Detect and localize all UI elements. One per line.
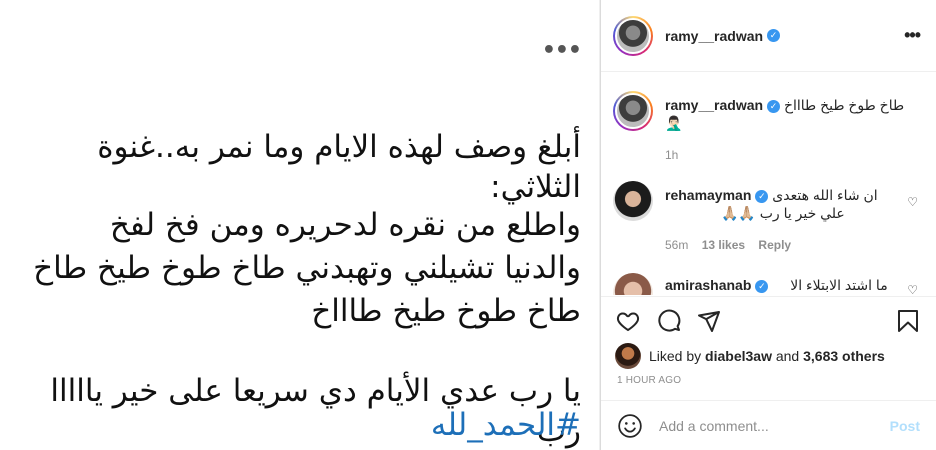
paper-plane-icon[interactable] — [697, 309, 721, 333]
verified-badge-icon: ✓ — [767, 100, 781, 113]
heart-icon[interactable]: ♡ — [907, 283, 918, 295]
comment-text: ان شاء الله هتعدى — [772, 187, 878, 203]
post-header: ramy__radwan ✓ ••• — [601, 0, 936, 72]
reply-button[interactable]: Reply — [758, 238, 791, 252]
more-horizontal-icon: ••• — [541, 38, 582, 63]
media-text-line-1: أبلغ وصف لهذه الايام وما نمر به..غنوة ال… — [97, 129, 581, 205]
verified-badge-icon: ✓ — [755, 280, 769, 293]
comments-list: ramy__radwan ✓ طاخ طوخ طيخ طاااخ 🤦🏻‍♂️ 1h… — [601, 73, 936, 295]
bookmark-icon[interactable] — [897, 309, 919, 333]
comment-username[interactable]: rehamayman — [665, 187, 751, 203]
media-text-line-2: واطلع من نقره لدحريره ومن فخ لفخ — [109, 207, 581, 243]
likes-prefix: Liked by — [649, 348, 706, 364]
caption-age[interactable]: 1h — [665, 148, 678, 162]
avatar[interactable] — [613, 15, 653, 56]
caption-username[interactable]: ramy__radwan — [665, 97, 763, 113]
post-image: ••• أبلغ وصف لهذه الايام وما نمر به..غنو… — [0, 0, 600, 450]
caption-text: طاخ طوخ طيخ طاااخ — [783, 97, 905, 113]
avatar[interactable] — [613, 181, 653, 221]
list-item: amirashanab ✓ ما اشتد الابتلاء الا ♡ — [613, 273, 922, 295]
media-hashtag: #الحمد_لله — [430, 407, 581, 443]
avatar[interactable] — [615, 343, 641, 369]
verified-badge-icon: ✓ — [755, 190, 769, 203]
comment-age[interactable]: 56m — [665, 238, 688, 252]
likes-middle: and — [771, 348, 804, 364]
likes-others[interactable]: 3,683 others — [803, 348, 885, 364]
likes-summary: Liked by diabel3aw and 3,683 others — [615, 343, 885, 369]
comment-text-2: علي خير يا رب 🙏🏼🙏🏼 — [721, 205, 845, 221]
header-username[interactable]: ramy__radwan — [665, 28, 763, 44]
media-text-line-4: طاخ طوخ طيخ طاااخ — [311, 293, 581, 329]
add-comment-bar: Post — [601, 400, 936, 450]
caption-emoji: 🤦🏻‍♂️ — [665, 115, 683, 131]
post-timestamp[interactable]: 1 HOUR AGO — [617, 375, 681, 386]
comment-likes[interactable]: 13 likes — [702, 238, 745, 252]
heart-icon[interactable] — [615, 309, 641, 333]
comment-username[interactable]: amirashanab — [665, 277, 751, 293]
post-sidebar: ramy__radwan ✓ ••• ramy__radwan ✓ طاخ طوخ… — [600, 0, 936, 450]
smiley-icon[interactable] — [617, 413, 643, 439]
instagram-post: ••• أبلغ وصف لهذه الايام وما نمر به..غنو… — [0, 0, 936, 450]
avatar[interactable] — [613, 91, 653, 131]
post-button[interactable]: Post — [890, 418, 920, 434]
media-text-line-3: والدنيا تشيلني وتهبدني طاخ طوخ طيخ طاخ — [33, 250, 581, 286]
caption: ramy__radwan ✓ طاخ طوخ طيخ طاااخ 🤦🏻‍♂️ 1h — [613, 91, 922, 164]
avatar[interactable] — [613, 273, 653, 295]
heart-icon[interactable]: ♡ — [907, 195, 918, 209]
comment-text: ما اشتد الابتلاء الا — [790, 277, 888, 293]
verified-badge-icon: ✓ — [767, 29, 781, 42]
more-horizontal-icon[interactable]: ••• — [904, 25, 921, 46]
list-item: rehamayman ✓ ان شاء الله هتعدى علي خير يا… — [613, 181, 922, 254]
action-bar — [601, 296, 936, 346]
comment-icon[interactable] — [657, 309, 681, 333]
liked-by-user[interactable]: diabel3aw — [705, 348, 772, 364]
comment-input[interactable] — [659, 417, 890, 434]
